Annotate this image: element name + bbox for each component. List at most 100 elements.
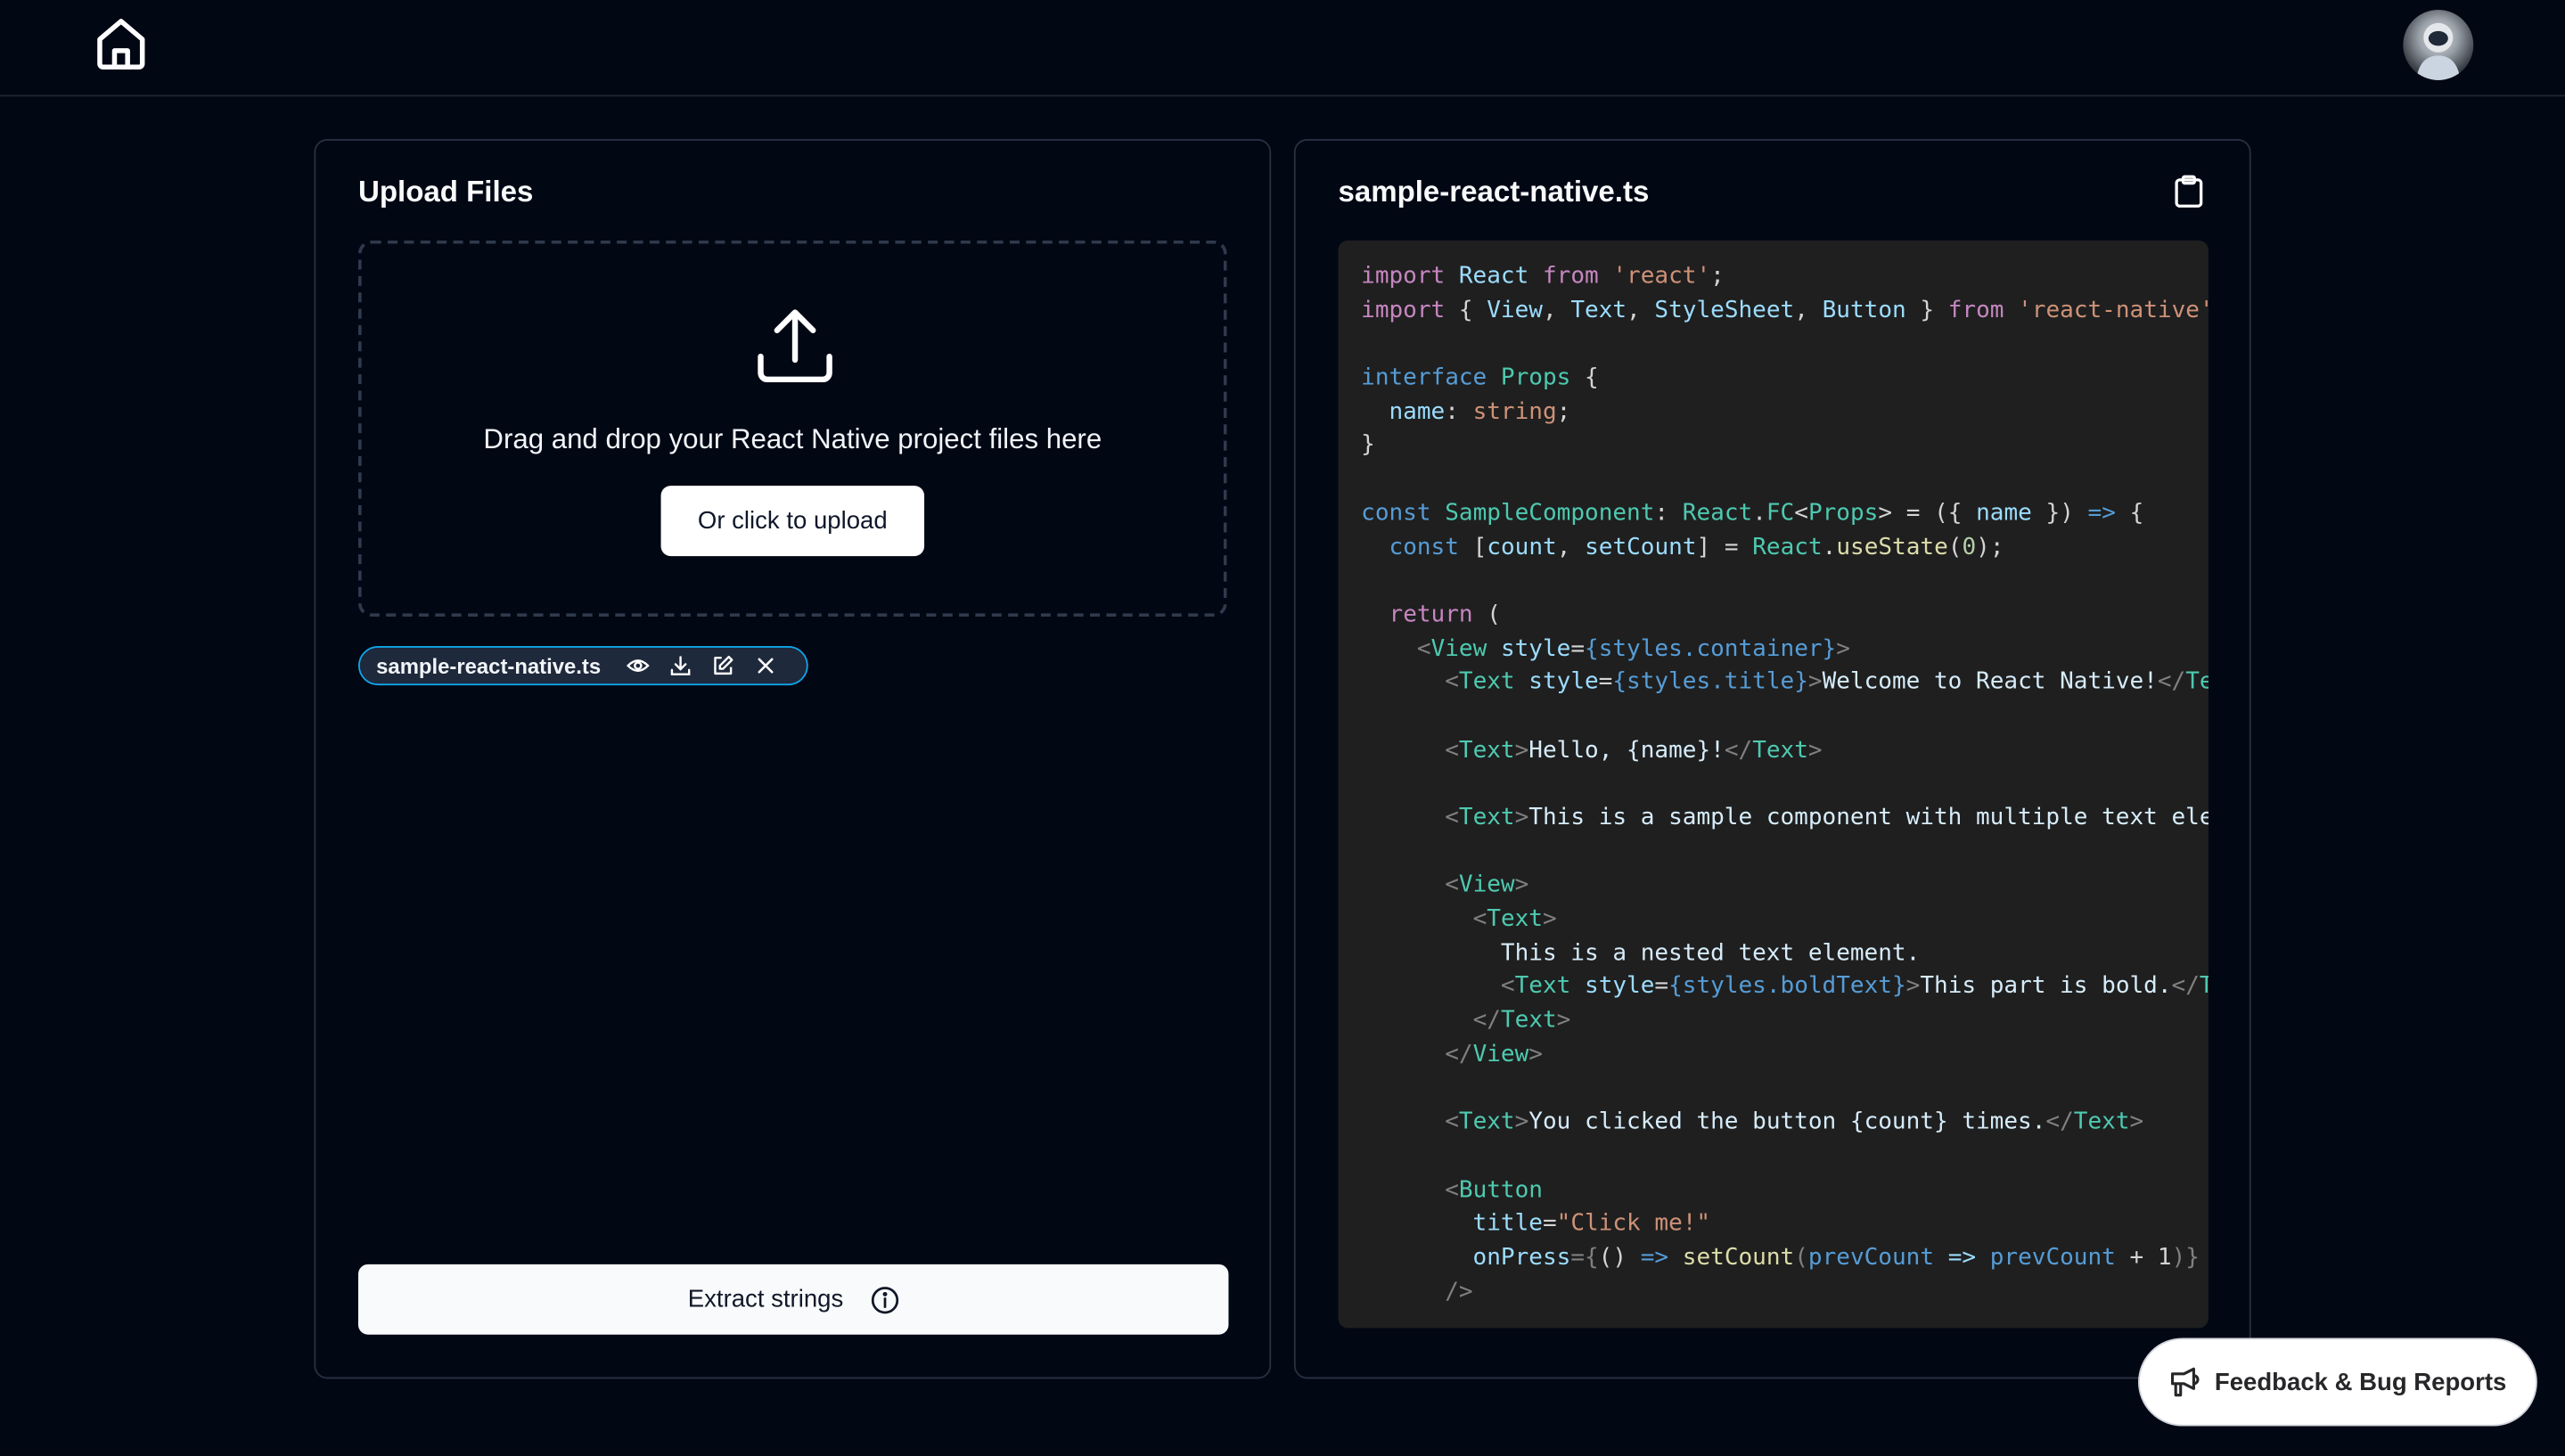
file-chip[interactable]: sample-react-native.ts	[357, 646, 808, 686]
code-token: )}	[2171, 1244, 2200, 1272]
code-token: You clicked the button {count} times.	[1528, 1108, 2046, 1136]
code-preview[interactable]: import React from 'react'; import { View,…	[1338, 240, 2209, 1329]
code-token: />	[1445, 1278, 1473, 1305]
code-token: View	[1472, 1041, 1529, 1068]
code-token: return	[1389, 601, 1473, 628]
code-token: 'react-native'	[2018, 297, 2209, 323]
code-token: const	[1361, 500, 1431, 527]
code-token: This is a sample component with multiple…	[1528, 805, 2209, 831]
code-token: Text	[2073, 1108, 2130, 1136]
code-token: Button	[1822, 297, 1906, 323]
code-line: <View style={styles.container}>	[1361, 633, 2209, 667]
code-token: </	[1724, 737, 1753, 764]
extract-strings-button[interactable]: Extract strings	[357, 1264, 1229, 1335]
close-icon[interactable]	[755, 654, 778, 677]
code-token: View	[1430, 635, 1487, 662]
code-token: Text	[1487, 905, 1543, 933]
code-line: <Text style={styles.boldText}>This part …	[1361, 970, 2209, 1004]
code-token: </	[2157, 669, 2186, 696]
code-line: import React from 'react';	[1361, 260, 2209, 294]
code-line: title="Click me!"	[1361, 1207, 2209, 1241]
code-token: (	[1794, 1244, 1808, 1272]
code-token: Props	[1500, 364, 1571, 391]
code-token: <	[1445, 1108, 1459, 1136]
code-token: Button	[1458, 1176, 1543, 1204]
feedback-button[interactable]: Feedback & Bug Reports	[2137, 1337, 2537, 1427]
code-token: ,	[1542, 297, 1571, 323]
code-token: ;	[1710, 263, 1725, 290]
code-line: <Text style={styles.title}>Welcome to Re…	[1361, 667, 2209, 700]
clipboard-icon[interactable]	[2174, 175, 2203, 208]
code-token: style	[1570, 973, 1655, 1001]
code-token: Text	[1458, 669, 1515, 696]
code-token: <	[1445, 805, 1459, 831]
code-token: >	[1556, 1007, 1571, 1035]
code-token: 0	[1962, 534, 1977, 560]
code-token: );	[1976, 534, 2004, 560]
code-token: =	[1654, 973, 1669, 1001]
code-token: useState	[1836, 534, 1948, 560]
click-to-upload-button[interactable]: Or click to upload	[660, 486, 925, 557]
code-line: interface Props {	[1361, 362, 2209, 396]
code-token: Text	[1458, 1108, 1515, 1136]
home-icon[interactable]	[94, 16, 147, 71]
code-token: import	[1361, 297, 1446, 323]
code-token: <	[1472, 905, 1487, 933]
file-preview-panel: sample-react-native.ts import React from…	[1293, 139, 2251, 1379]
code-token: >	[1836, 635, 1850, 662]
code-token: name	[1361, 398, 1446, 425]
code-token: Welcome to React Native!	[1822, 669, 2158, 696]
code-token: View	[1458, 872, 1515, 899]
code-token: name	[1976, 500, 2032, 527]
file-chip-name: sample-react-native.ts	[376, 653, 602, 678]
preview-title: sample-react-native.ts	[1338, 175, 1650, 209]
info-icon[interactable]	[870, 1285, 899, 1314]
code-token: React	[1682, 500, 1753, 527]
megaphone-icon	[2170, 1367, 2200, 1397]
code-token: ] =	[1696, 534, 1753, 560]
code-token: {styles.container}	[1585, 635, 1837, 662]
edit-icon[interactable]	[712, 654, 735, 677]
code-token: This is a nested text element.	[1361, 939, 1921, 967]
code-token: prevCount	[1989, 1244, 2116, 1272]
code-token: Text	[1752, 737, 1808, 764]
code-token: <	[1445, 872, 1459, 899]
code-line: This is a nested text element.	[1361, 937, 2209, 970]
download-icon[interactable]	[669, 654, 692, 677]
code-token: Text	[1570, 297, 1627, 323]
code-token: {styles.title}	[1612, 669, 1808, 696]
avatar[interactable]	[2403, 10, 2474, 80]
code-token: const	[1389, 534, 1459, 560]
code-line: />	[1361, 1275, 2209, 1309]
code-token: </	[2171, 973, 2200, 1001]
code-token: ={	[1570, 1244, 1599, 1272]
code-token: ,	[1556, 534, 1586, 560]
code-token: > = ({	[1878, 500, 1977, 527]
code-token: setCount	[1585, 534, 1697, 560]
code-token: StyleSheet	[1654, 297, 1795, 323]
code-line: return (	[1361, 599, 2209, 633]
dropzone[interactable]: Drag and drop your React Native project …	[357, 240, 1227, 617]
code-token: This part is bold.	[1920, 973, 2172, 1001]
code-line: const [count, setCount] = React.useState…	[1361, 531, 2209, 565]
code-token: >	[1528, 1041, 1543, 1068]
code-token: })	[2031, 500, 2088, 527]
code-token: (	[1947, 534, 1963, 560]
code-token: .	[1822, 534, 1837, 560]
eye-icon[interactable]	[627, 654, 651, 677]
code-token: string	[1472, 398, 1557, 425]
